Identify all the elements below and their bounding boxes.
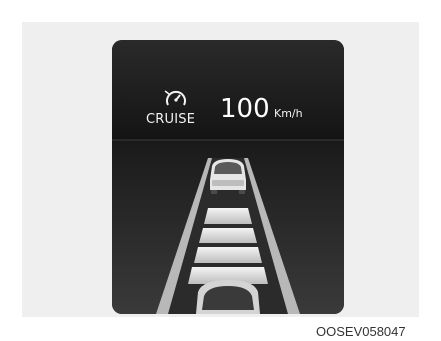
- own-vehicle-icon: [196, 280, 260, 314]
- cruise-label: CRUISE: [146, 112, 196, 127]
- lane-graphic: [156, 158, 300, 314]
- figure: CRUISE 100 Km/h OOSEV058047: [0, 0, 441, 341]
- vehicle-ahead-icon: [210, 159, 246, 194]
- cluster-display: CRUISE 100 Km/h: [112, 40, 344, 314]
- speed-unit: Km/h: [274, 107, 303, 120]
- cruise-speedometer-icon: [164, 90, 186, 106]
- image-code: OOSEV058047: [316, 324, 406, 339]
- distance-bar-3: [194, 247, 262, 263]
- distance-bar-1: [204, 208, 252, 224]
- distance-bar-2: [199, 228, 257, 243]
- set-speed-value: 100: [220, 94, 270, 124]
